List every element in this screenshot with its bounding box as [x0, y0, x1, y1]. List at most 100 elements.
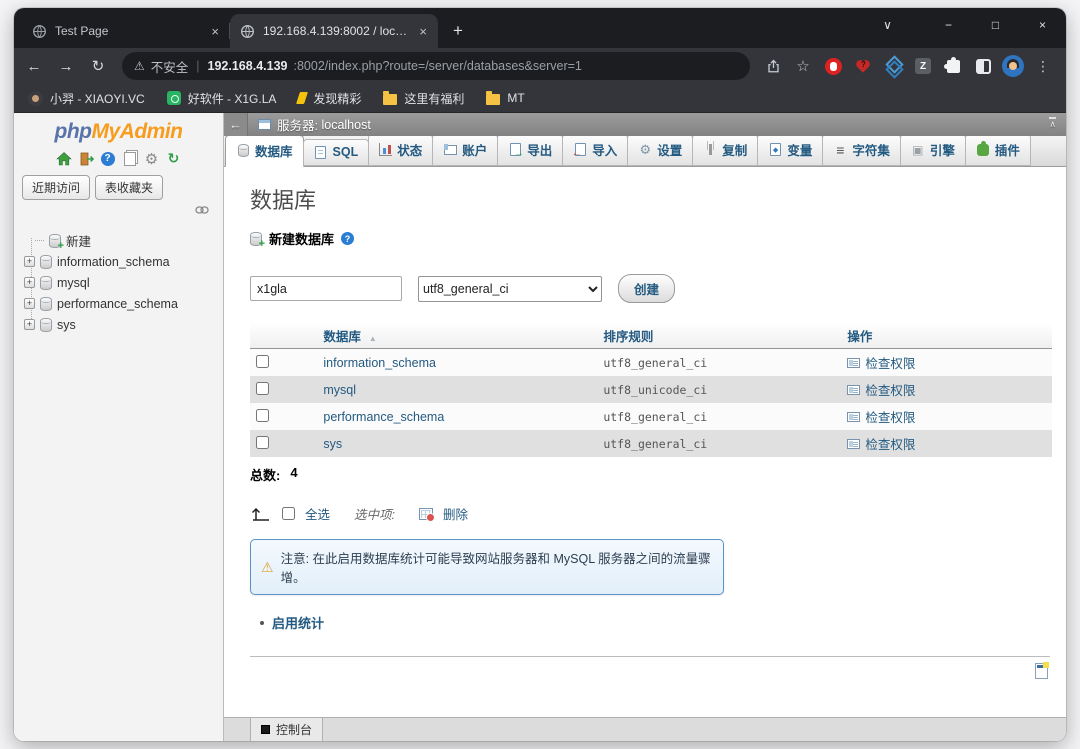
check-privileges-link[interactable]: 检查权限	[865, 434, 915, 453]
console-toggle[interactable]: 控制台	[250, 717, 323, 741]
column-header-collation[interactable]: 排序规则	[597, 323, 841, 349]
wrench-icon: ⚙	[638, 143, 652, 157]
enable-statistics-link[interactable]: 启用统计	[272, 613, 324, 632]
server-label: 服务器:	[277, 115, 318, 134]
browser-tab-phpmyadmin[interactable]: 192.168.4.139:8002 / localhost ×	[230, 14, 438, 48]
collapse-sidebar-icon[interactable]: ←	[224, 113, 248, 136]
extensions-puzzle-icon[interactable]	[940, 53, 966, 79]
recent-tables-button[interactable]: 近期访问	[22, 175, 90, 200]
bookmark-star-icon[interactable]: ☆	[790, 53, 816, 79]
maximize-button[interactable]: □	[972, 8, 1019, 42]
profile-avatar[interactable]	[1000, 53, 1026, 79]
tab-databases[interactable]: 数据库	[225, 135, 304, 167]
help-icon[interactable]: ?	[99, 150, 116, 167]
bookmark-item[interactable]: 好软件 - X1G.LA	[167, 90, 277, 107]
tab-import[interactable]: 导入	[562, 134, 628, 166]
row-checkbox[interactable]	[256, 436, 269, 449]
browser-menu-icon[interactable]: ⋮	[1030, 53, 1056, 79]
tree-item-sys[interactable]: sys	[20, 314, 219, 335]
logout-icon[interactable]	[77, 150, 94, 167]
check-privileges-icon	[847, 439, 860, 449]
column-header-database[interactable]: 数据库	[323, 330, 361, 344]
link-chain-icon[interactable]	[195, 206, 209, 214]
globe-icon	[240, 24, 255, 39]
favorite-tables-button[interactable]: 表收藏夹	[95, 175, 163, 200]
bookmark-folder[interactable]: MT	[486, 91, 524, 105]
database-link[interactable]: sys	[323, 437, 342, 451]
row-checkbox[interactable]	[256, 382, 269, 395]
page-settings-icon[interactable]	[1035, 663, 1048, 679]
extension-heart-icon[interactable]: ?	[850, 53, 876, 79]
tree-item-new-database[interactable]: 新建	[20, 230, 219, 251]
close-tab-icon[interactable]: ×	[208, 24, 222, 39]
reload-icon[interactable]: ↻	[84, 52, 112, 80]
pma-logo[interactable]: phpMyAdmin	[14, 113, 223, 146]
drop-database-icon	[419, 508, 433, 520]
settings-gear-icon[interactable]: ⚙	[143, 150, 160, 167]
tab-variables[interactable]: 变量	[757, 134, 823, 166]
warning-icon: ⚠	[261, 559, 274, 576]
tree-item-performance-schema[interactable]: performance_schema	[20, 293, 219, 314]
back-icon[interactable]: ←	[20, 52, 48, 80]
extension-layers-icon[interactable]	[880, 53, 906, 79]
new-database-icon	[49, 234, 61, 248]
expand-icon[interactable]	[24, 319, 35, 330]
bookmark-item[interactable]: 发现精彩	[298, 90, 361, 107]
bookmark-folder[interactable]: 这里有福利	[383, 90, 464, 107]
row-checkbox[interactable]	[256, 355, 269, 368]
create-button[interactable]: 创建	[618, 274, 675, 303]
expand-icon[interactable]	[24, 277, 35, 288]
tab-sql[interactable]: SQL	[303, 139, 370, 166]
expand-icon[interactable]	[24, 298, 35, 309]
tab-engines[interactable]: ▣ 引擎	[900, 134, 966, 166]
check-privileges-link[interactable]: 检查权限	[865, 380, 915, 399]
bookmark-label: MT	[507, 91, 524, 105]
address-bar[interactable]: ⚠ 不安全 | 192.168.4.139:8002/index.php?rou…	[122, 52, 750, 80]
collation-select[interactable]: utf8_general_ci	[418, 276, 602, 302]
home-icon[interactable]	[55, 150, 72, 167]
check-all-link[interactable]: 全选	[305, 504, 330, 523]
check-all-checkbox[interactable]	[282, 507, 295, 520]
help-icon[interactable]: ?	[341, 232, 354, 245]
database-link[interactable]: information_schema	[323, 356, 436, 370]
tab-export[interactable]: 导出	[497, 134, 563, 166]
minimize-button[interactable]: −	[925, 8, 972, 42]
database-link[interactable]: mysql	[323, 383, 356, 397]
tab-plugins[interactable]: 插件	[965, 134, 1031, 166]
bookmark-label: 发现精彩	[313, 90, 361, 107]
tab-status[interactable]: 状态	[368, 134, 433, 166]
tab-search-icon[interactable]: ∨	[864, 8, 911, 42]
statistics-notice: ⚠ 注意: 在此启用数据库统计可能导致网站服务器和 MySQL 服务器之间的流量…	[250, 539, 724, 595]
close-tab-icon[interactable]: ×	[416, 24, 430, 39]
tab-replication[interactable]: 复制	[692, 134, 758, 166]
tree-item-mysql[interactable]: mysql	[20, 272, 219, 293]
extension-adguard-icon[interactable]	[820, 53, 846, 79]
drop-link[interactable]: 删除	[443, 504, 468, 523]
docs-icon[interactable]	[121, 150, 138, 167]
share-icon[interactable]	[760, 53, 786, 79]
globe-icon	[32, 24, 47, 39]
expand-icon[interactable]	[24, 256, 35, 267]
tab-title: 192.168.4.139:8002 / localhost	[263, 24, 408, 38]
create-database-heading: 新建数据库 ?	[250, 229, 1052, 248]
tab-settings[interactable]: ⚙ 设置	[627, 134, 693, 166]
database-name-input[interactable]	[250, 276, 402, 301]
check-privileges-link[interactable]: 检查权限	[865, 407, 915, 426]
tab-accounts[interactable]: 账户	[432, 134, 498, 166]
refresh-icon[interactable]: ↻	[165, 150, 182, 167]
tree-item-information-schema[interactable]: information_schema	[20, 251, 219, 272]
close-window-button[interactable]: ×	[1019, 8, 1066, 42]
table-row: mysql utf8_unicode_ci 检查权限	[250, 376, 1052, 403]
new-tab-button[interactable]	[444, 17, 472, 45]
row-checkbox[interactable]	[256, 409, 269, 422]
side-panel-icon[interactable]	[970, 53, 996, 79]
forward-icon[interactable]: →	[52, 52, 80, 80]
scroll-top-icon[interactable]: ∧	[1049, 117, 1056, 128]
tab-charsets[interactable]: ≡ 字符集	[822, 134, 901, 166]
database-link[interactable]: performance_schema	[323, 410, 444, 424]
browser-tab-test-page[interactable]: Test Page ×	[22, 14, 230, 48]
check-privileges-link[interactable]: 检查权限	[865, 353, 915, 372]
extension-z-icon[interactable]: Z	[910, 53, 936, 79]
server-value[interactable]: localhost	[321, 118, 370, 132]
bookmark-item[interactable]: 小羿 - XIAOYI.VC	[28, 90, 145, 107]
